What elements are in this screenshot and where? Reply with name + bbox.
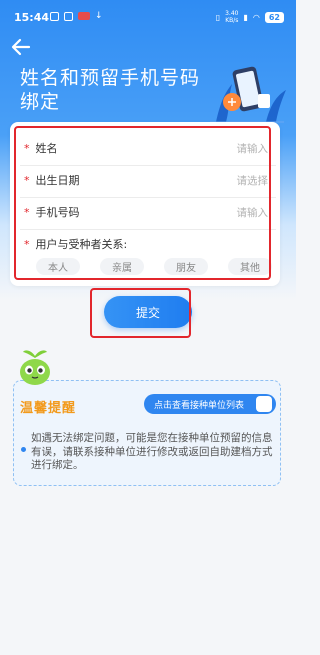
back-arrow-icon[interactable] (10, 36, 32, 58)
view-vaccination-sites-label: 点击查看接种单位列表 (154, 400, 245, 411)
list-icon (256, 396, 272, 412)
notification-icons: ↓ (50, 11, 103, 21)
net-speed: 3.40 KB/s (225, 10, 238, 24)
status-right: ▯ 3.40 KB/s ▮ ◠ 62 (216, 10, 284, 24)
tips-title: 温馨提醒 (20, 401, 77, 416)
status-bar: 15:44 ↓ ▯ 3.40 KB/s ▮ ◠ 62 (0, 0, 296, 32)
net-speed-value: 3.40 (225, 10, 239, 17)
tips-text: 如遇无法绑定问题，可能是您在接种单位预留的信息有误，请联系接种单位进行修改或返回… (31, 432, 273, 471)
battery-icon: 62 (264, 11, 284, 23)
wifi-icon: ◠ (252, 12, 260, 22)
phone-illustration-icon (210, 66, 286, 123)
status-time: 15:44 (14, 11, 50, 24)
net-speed-unit: KB/s (225, 17, 239, 24)
highlight-box-submit (90, 288, 191, 338)
notification-icon (64, 11, 73, 21)
mascot-icon (20, 350, 50, 385)
vibrate-icon: ▯ (215, 12, 221, 22)
notification-icon (50, 11, 59, 21)
download-icon: ↓ (95, 11, 103, 21)
page-title: 姓名和预留手机号码绑定 (20, 67, 201, 113)
app-badge-icon (78, 12, 90, 20)
bullet-dot-icon (21, 447, 26, 452)
signal-icon: ▮ (243, 12, 248, 22)
view-vaccination-sites-button[interactable]: 点击查看接种单位列表 (144, 394, 276, 414)
highlight-box-form (14, 126, 271, 280)
